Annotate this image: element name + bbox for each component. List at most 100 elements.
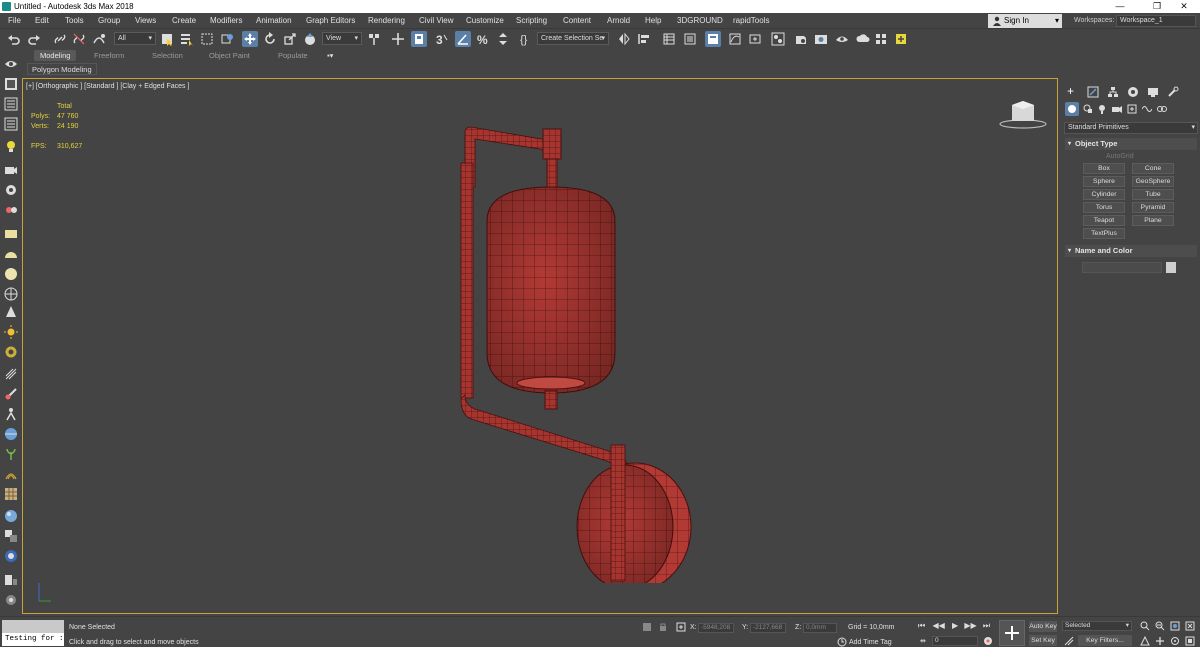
geosphere-icon[interactable] (4, 287, 18, 301)
menu-help[interactable]: Help (645, 16, 661, 25)
key-filters-icon[interactable] (1064, 636, 1074, 646)
viewport-layout-icon[interactable] (4, 57, 18, 71)
hemisphere-icon[interactable] (4, 247, 18, 261)
key-filters-button[interactable]: Key Filters... (1078, 635, 1132, 646)
primitive-type-dropdown[interactable]: Standard Primitives ▾ (1064, 122, 1198, 134)
tab-object-paint[interactable]: Object Paint (209, 51, 250, 60)
redo-icon[interactable] (26, 31, 42, 47)
sign-in-button[interactable]: Sign In ▾ (988, 14, 1062, 28)
hair-icon[interactable] (4, 467, 18, 481)
modify-tab-icon[interactable] (1087, 86, 1099, 98)
patch-icon[interactable] (4, 487, 18, 501)
tube-button[interactable]: Tube (1132, 189, 1174, 200)
pyramid-button[interactable]: Pyramid (1132, 202, 1174, 213)
link-icon[interactable] (52, 31, 68, 47)
menu-file[interactable]: File (8, 16, 21, 25)
layers-panel-icon[interactable] (4, 97, 18, 111)
orbit-icon[interactable] (1170, 636, 1180, 646)
select-object-icon[interactable] (159, 31, 175, 47)
plugin-icon[interactable] (893, 31, 909, 47)
list-panel-icon[interactable] (4, 117, 18, 131)
display-panel-icon[interactable] (4, 573, 18, 587)
select-manipulate-icon[interactable] (390, 31, 406, 47)
go-to-end-icon[interactable]: ⏭ (983, 621, 990, 630)
space-warps-category-icon[interactable] (1142, 104, 1152, 114)
select-and-move-icon[interactable] (242, 31, 258, 47)
menu-customize[interactable]: Customize (466, 16, 504, 25)
schematic-view-icon[interactable] (747, 31, 763, 47)
select-and-scale-icon[interactable] (282, 31, 298, 47)
motion-tab-icon[interactable] (1127, 86, 1139, 98)
menu-group[interactable]: Group (98, 16, 120, 25)
menu-tools[interactable]: Tools (65, 16, 84, 25)
object-color-swatch[interactable] (1166, 262, 1176, 273)
menu-animation[interactable]: Animation (256, 16, 292, 25)
auto-key-button[interactable]: Auto Key (1029, 621, 1057, 632)
selection-filter-dropdown[interactable]: All ▾ (114, 32, 156, 45)
render-in-cloud-icon[interactable] (855, 31, 871, 47)
keyboard-shortcut-override-icon[interactable] (411, 31, 427, 47)
set-key-big-button[interactable] (999, 620, 1025, 646)
object-name-field[interactable] (1082, 262, 1162, 273)
name-and-color-rollout[interactable]: ▾ Name and Color (1065, 245, 1197, 257)
light-bulb-icon[interactable] (4, 139, 18, 153)
cone-icon[interactable] (4, 305, 18, 319)
menu-rendering[interactable]: Rendering (368, 16, 405, 25)
sun-icon[interactable] (4, 325, 18, 339)
menu-content[interactable]: Content (563, 16, 591, 25)
x-coord-field[interactable]: -5948,208 (698, 623, 734, 633)
tab-freeform[interactable]: Freeform (94, 51, 124, 60)
menu-views[interactable]: Views (135, 16, 156, 25)
close-button[interactable]: ✕ (1164, 0, 1200, 13)
tab-selection[interactable]: Selection (152, 51, 183, 60)
lights-category-icon[interactable] (1097, 104, 1107, 114)
rectangular-selection-icon[interactable] (199, 31, 215, 47)
previous-frame-icon[interactable]: ◀◀ (932, 621, 944, 630)
ribbon-options-icon[interactable]: ▪▾ (327, 51, 333, 60)
go-to-start-icon[interactable]: ⏮ (918, 621, 925, 630)
teapot-button[interactable]: Teapot (1083, 215, 1125, 226)
utilities-icon[interactable] (4, 593, 18, 607)
edit-named-selection-icon[interactable]: {} (518, 31, 534, 47)
render-production-icon[interactable] (834, 31, 850, 47)
wall-lamp-model[interactable] (435, 123, 695, 583)
create-tab-icon[interactable]: + (1067, 84, 1074, 98)
named-selection-set-dropdown[interactable]: Create Selection Se ▾ (537, 32, 609, 45)
box-button[interactable]: Box (1083, 163, 1125, 174)
sphere-button[interactable]: Sphere (1083, 176, 1125, 187)
select-and-rotate-icon[interactable] (262, 31, 278, 47)
viewport-orthographic[interactable]: [+] [Orthographic ] [Standard ] [Clay + … (22, 78, 1058, 614)
selection-lock-icon[interactable] (658, 622, 668, 632)
object-type-rollout[interactable]: ▾ Object Type (1065, 138, 1197, 150)
zoom-icon[interactable] (1140, 621, 1150, 631)
rendered-frame-window-icon[interactable] (813, 31, 829, 47)
brush-icon[interactable] (4, 387, 18, 401)
menu-arnold[interactable]: Arnold (607, 16, 630, 25)
camera-icon[interactable] (4, 163, 18, 177)
select-by-name-icon[interactable] (179, 31, 195, 47)
zoom-extents-icon[interactable] (1170, 621, 1180, 631)
workspace-dropdown[interactable]: Workspace_1 (1116, 15, 1196, 27)
key-selection-dropdown[interactable]: Selected ▾ (1062, 621, 1132, 631)
time-configuration-icon[interactable] (983, 636, 993, 646)
geosphere-button[interactable]: GeoSphere (1132, 176, 1174, 187)
material-sphere-icon[interactable] (4, 509, 18, 523)
cameras-category-icon[interactable] (1112, 104, 1122, 114)
tab-modeling[interactable]: Modeling (34, 50, 77, 61)
maxscript-listener-strip[interactable] (2, 620, 64, 633)
pan-icon[interactable] (1155, 636, 1165, 646)
undo-icon[interactable] (6, 31, 22, 47)
character-icon[interactable] (4, 407, 18, 421)
sphere-icon[interactable] (4, 267, 18, 281)
current-frame-field[interactable]: 0 (932, 636, 978, 646)
viewcube-icon[interactable] (998, 97, 1048, 131)
helpers-category-icon[interactable] (1127, 104, 1137, 114)
scene-explorer-panel-icon[interactable] (4, 77, 18, 91)
globe-icon[interactable] (4, 427, 18, 441)
geometry-category-icon[interactable] (1065, 102, 1079, 116)
snaps-toggle-icon[interactable]: 3 (434, 31, 450, 47)
menu-3dground[interactable]: 3DGROUND (677, 16, 723, 25)
render-setup-icon[interactable] (793, 31, 809, 47)
curve-editor-icon[interactable] (727, 31, 743, 47)
systems-category-icon[interactable] (1157, 104, 1167, 114)
